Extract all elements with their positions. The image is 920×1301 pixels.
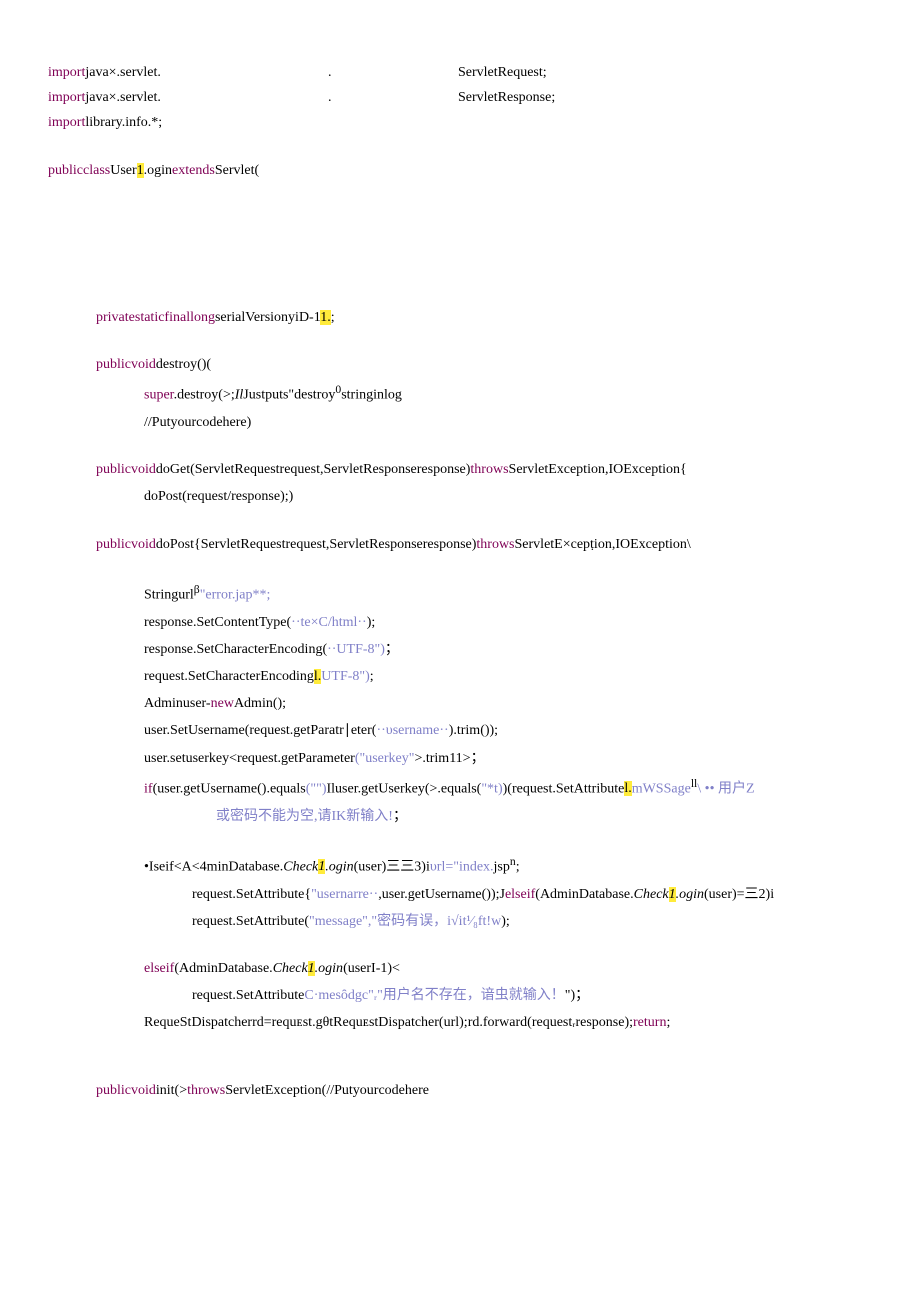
code-line: importjava×.servlet. . ServletRequest; [48,60,872,85]
code-line: user.SetUsername(request.getParatr∣eter(… [48,718,872,743]
code-line: •Iseif<A<4minDatabase.Check1.ogin(user)三… [48,851,872,880]
highlight: l. [624,781,631,796]
code-line: privatestaticfinallongserialVersionyiD-1… [48,305,872,330]
code-line: publicclassUser1.oginextendsServlet( [48,158,872,183]
code-line: super.destroy(>;IlJustputs"destroy0strin… [48,379,872,408]
code-line: response.SetCharacterEncoding(··UTF-8")； [48,637,872,662]
code-line: user.setuserkey<request.getParameter("us… [48,746,872,771]
code-line: Stringurlβ"error.jap**; [48,579,872,608]
highlight: 1 [308,961,315,976]
code-line: publicvoiddoGet(ServletRequestrequest,Se… [48,457,872,482]
code-line: request.SetCharacterEncodingl.UTF-8"); [48,664,872,689]
code-line: //Putyourcodehere) [48,410,872,435]
code-line: 或密码不能为空,请IK新输入!； [48,804,872,829]
code-line: publicvoidinit(>throwsServletException(/… [48,1078,872,1103]
code-line: RequeStDispatcherrd=requᴇst.gθtRequᴇstDi… [48,1010,872,1035]
keyword: import [48,65,85,80]
code-line: Adminuser-newAdmin(); [48,691,872,716]
keyword: import [48,90,85,105]
keyword: import [48,115,85,130]
highlight: 1. [320,310,331,325]
code-line: response.SetContentType(··te×C/html··); [48,610,872,635]
highlight: 1 [669,887,676,902]
highlight: 1 [137,163,144,178]
code-line: publicvoiddoPost{ServletRequestrequest,S… [48,532,872,557]
code-line: request.SetAttributeC·mesȏdgc"ᵣ"用户名不存在，谙… [48,983,872,1008]
code-line: publicvoiddestroy()( [48,352,872,377]
code-line: importlibrary.info.*; [48,110,872,135]
code-line: request.SetAttribute("message","密码有误，i√i… [48,909,872,934]
code-line: importjava×.servlet. . ServletResponse; [48,85,872,110]
code-line: if(user.getUsername().equals("")Iluser.g… [48,773,872,802]
code-line: doPost(request/response);) [48,484,872,509]
code-line: request.SetAttribute{"usernarre··,user.g… [48,882,872,907]
code-line: elseif(AdminDatabase.Check1.ogin(userI-1… [48,956,872,981]
